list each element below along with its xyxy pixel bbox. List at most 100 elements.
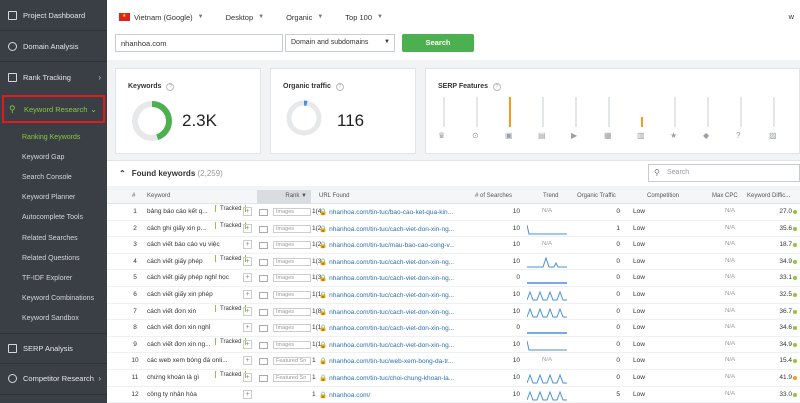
nav-competitor-research[interactable]: Competitor Research ›: [0, 364, 107, 395]
add-keyword-icon[interactable]: +: [243, 223, 252, 233]
sub-keyword-gap[interactable]: Keyword Gap: [0, 147, 107, 167]
col-competition[interactable]: Competition: [647, 193, 679, 199]
nav-rank-tracking[interactable]: Rank Tracking ›: [0, 62, 107, 93]
sub-related-searches[interactable]: Related Searches: [0, 228, 107, 248]
tracked-badge[interactable]: Tracked: [215, 221, 247, 229]
url-link[interactable]: 🔒 nhanhoa.com/tin-tuc/cach-viet-don-xin-n…: [319, 324, 467, 332]
table-row[interactable]: 12 công ty nhân hòa +1 🔒 nhanhoa.com/10 5 Low N…: [107, 387, 800, 403]
tracked-badge[interactable]: Tracked: [215, 337, 247, 345]
col-keyword[interactable]: Keyword: [147, 193, 170, 199]
add-keyword-icon[interactable]: +: [243, 306, 252, 316]
nav-serp-analysis[interactable]: SERP Analysis: [0, 332, 107, 364]
add-keyword-icon[interactable]: +: [243, 323, 252, 333]
sub-related-questions[interactable]: Related Questions: [0, 248, 107, 268]
add-keyword-icon[interactable]: +: [243, 256, 252, 266]
add-keyword-icon[interactable]: +: [243, 372, 252, 382]
add-keyword-icon[interactable]: +: [243, 389, 252, 399]
url-link[interactable]: 🔒 nhanhoa.com/tin-tuc/bao-cao-ket-qua-kin…: [319, 208, 467, 216]
nav-project-dashboard[interactable]: Project Dashboard: [0, 0, 107, 31]
help-icon[interactable]: ?: [335, 83, 344, 91]
add-keyword-icon[interactable]: +: [243, 356, 252, 366]
table-row[interactable]: 7 cách viết đơn xin Tracked + Images 1(8 🔒 nhan…: [107, 304, 800, 321]
keyword-cell[interactable]: cách viết báo cáo vụ việc: [147, 241, 247, 248]
keyword-search-input[interactable]: ⚲ Search: [648, 164, 800, 182]
table-row[interactable]: 2 cách ghi giấy xin p... Tracked + Images 1(2…: [107, 221, 800, 238]
url-link[interactable]: 🔒 nhanhoa.com/tin-tuc/cach-viet-don-xin-n…: [319, 274, 467, 282]
type-select[interactable]: Organic ▼: [286, 13, 323, 22]
tracked-badge[interactable]: Tracked: [215, 370, 247, 378]
url-link[interactable]: 🔒 nhanhoa.com/tin-tuc/cach-viet-don-xin-n…: [319, 341, 467, 349]
col-difficulty[interactable]: Keyword Diffic...: [747, 193, 790, 199]
url-link[interactable]: 🔒 nhanhoa.com/tin-tuc/cach-viet-don-xin-n…: [319, 291, 467, 299]
tracked-badge[interactable]: Tracked: [215, 205, 247, 212]
keyword-cell[interactable]: cách viết giấy xin phép: [147, 291, 247, 298]
collapse-icon[interactable]: ⌃: [119, 169, 126, 178]
col-rank[interactable]: Rank ▼: [257, 190, 311, 204]
keyword-cell[interactable]: cách viết giấy phép nghỉ học: [147, 274, 247, 281]
table-row[interactable]: 6 cách viết giấy xin phép + Images 1(1 🔒 nhanh…: [107, 287, 800, 304]
url-link[interactable]: 🔒 nhanhoa.com/tin-tuc/cach-viet-don-xin-n…: [319, 308, 467, 316]
table-row[interactable]: 8 cách viết đơn xin nghỉ + Images 1(1 🔒 nhanho…: [107, 320, 800, 337]
col-num[interactable]: #: [132, 193, 135, 199]
top-select[interactable]: Top 100 ▼: [345, 13, 383, 22]
scope-select[interactable]: Domain and subdomains ▼: [285, 34, 395, 52]
nav-keyword-research[interactable]: ⚲ Keyword Research ⌄: [2, 95, 105, 123]
device-select[interactable]: Desktop ▼: [226, 13, 264, 22]
table-row[interactable]: 11 chứng khoán là gì Tracked + Featured Sn 1 🔒…: [107, 370, 800, 387]
add-keyword-icon[interactable]: +: [243, 240, 252, 250]
url-link[interactable]: 🔒 nhanhoa.com/tin-tuc/web-xem-bong-da-tr.…: [319, 357, 467, 365]
url-link[interactable]: 🔒 nhanhoa.com/tin-tuc/cach-viet-don-xin-n…: [319, 258, 467, 266]
sub-search-console[interactable]: Search Console: [0, 167, 107, 187]
serp-feature-icon: [259, 358, 268, 366]
sub-keyword-sandbox[interactable]: Keyword Sandbox: [0, 309, 107, 329]
keyword-cell[interactable]: cách viết đơn xin nghỉ: [147, 324, 247, 331]
add-keyword-icon[interactable]: +: [243, 207, 252, 216]
search-button[interactable]: Search: [402, 34, 474, 52]
sub-keyword-planner[interactable]: Keyword Planner: [0, 188, 107, 208]
lock-icon: 🔒: [319, 291, 328, 299]
tracked-badge[interactable]: Tracked: [215, 254, 247, 262]
serp-feature-icon: [259, 374, 268, 382]
help-icon[interactable]: ?: [493, 83, 502, 91]
globe-icon: [8, 41, 17, 51]
table-row[interactable]: 5 cách viết giấy phép nghỉ học + Images 1(3 🔒…: [107, 270, 800, 287]
lock-icon: 🔒: [319, 358, 328, 366]
url-link[interactable]: 🔒 nhanhoa.com/tin-tuc/cach-viet-don-xin-n…: [319, 225, 467, 233]
country-select[interactable]: Vietnam (Google) ▼: [119, 13, 204, 22]
col-searches[interactable]: # of Searches: [475, 193, 512, 199]
sub-autocomplete-tools[interactable]: Autocomplete Tools: [0, 208, 107, 228]
col-trend[interactable]: Trend: [543, 193, 558, 199]
table-row[interactable]: 3 cách viết báo cáo vụ việc + Images 1(2 🔒 nha…: [107, 237, 800, 254]
searches-cell: 0: [516, 324, 520, 332]
difficulty-cell: 34.9: [779, 257, 792, 265]
sub-ranking-keywords[interactable]: Ranking Keywords: [0, 127, 107, 147]
cpc-cell: N/A: [724, 257, 735, 264]
difficulty-cell: 32.5: [779, 290, 792, 298]
sub-tf-idf-explorer[interactable]: TF-IDF Explorer: [0, 268, 107, 288]
col-url[interactable]: URL Found: [319, 193, 349, 199]
serp-feature-icon: [259, 325, 268, 333]
table-row[interactable]: 9 cách viết đơn xin ng... Tracked + Images 1(…: [107, 337, 800, 354]
help-icon[interactable]: ?: [166, 83, 175, 91]
nav-domain-analysis[interactable]: Domain Analysis: [0, 31, 107, 62]
knowledge-icon: ▤: [538, 131, 546, 140]
table-row[interactable]: 4 cách viết giấy phép Tracked + Images 1(3 🔒 nh…: [107, 254, 800, 271]
col-traffic[interactable]: Organic Traffic: [577, 193, 616, 199]
table-row[interactable]: 1 bảng báo cáo kết q... Tracked + Images 1(4 🔒…: [107, 204, 800, 221]
lock-icon: 🔒: [319, 341, 328, 349]
sub-keyword-combinations[interactable]: Keyword Combinations: [0, 289, 107, 309]
url-link[interactable]: 🔒 nhanhoa.com/tin-tuc/mau-bao-cao-cong-v.…: [319, 241, 467, 249]
url-link[interactable]: 🔒 nhanhoa.com/tin-tuc/choi-chung-khoan-la…: [319, 374, 467, 382]
add-keyword-icon[interactable]: +: [243, 289, 252, 299]
keyword-cell[interactable]: công ty nhân hòa: [147, 391, 247, 398]
keyword-cell[interactable]: các web xem bóng đá onli...: [147, 357, 247, 364]
table-row[interactable]: 10 các web xem bóng đá onli... + Featured S…: [107, 353, 800, 370]
row-number: 12: [131, 390, 139, 398]
col-cpc[interactable]: Max CPC: [712, 193, 738, 199]
difficulty-dot: [793, 292, 797, 297]
tracked-badge[interactable]: Tracked: [215, 304, 247, 312]
url-link[interactable]: 🔒 nhanhoa.com/: [319, 391, 467, 399]
add-keyword-icon[interactable]: +: [243, 339, 252, 349]
add-keyword-icon[interactable]: +: [243, 273, 252, 283]
domain-input[interactable]: nhanhoa.com: [115, 34, 283, 52]
